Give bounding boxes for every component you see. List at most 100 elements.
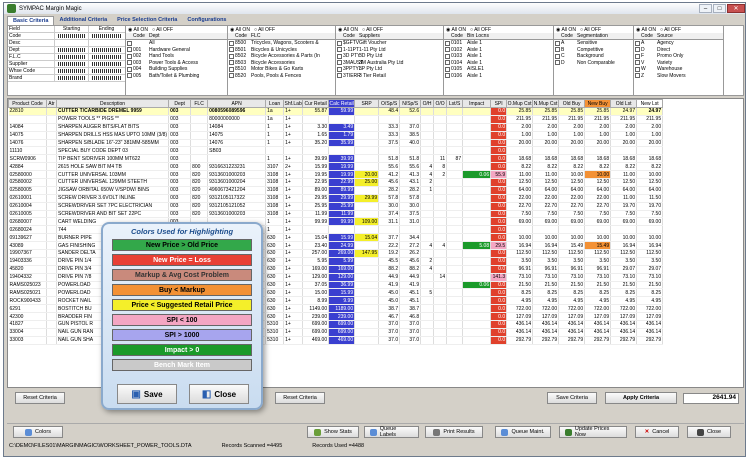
column-header[interactable]: Shf.Lab — [283, 99, 304, 108]
all-off-radio[interactable]: ○ All OFF — [152, 27, 173, 33]
all-on-radio[interactable]: ◉ All ON — [636, 27, 656, 33]
criteria-end-input[interactable] — [88, 54, 124, 60]
legend-color-swatch[interactable]: New Price > Old Price — [112, 239, 252, 251]
close-dialog-button[interactable]: ◧ Close — [189, 384, 249, 404]
table-row[interactable]: 11110 SPECIAL BUY CODE DEPT 03 003 SB03 0.0 — [8, 146, 664, 156]
item-checkbox[interactable] — [635, 66, 640, 72]
table-row[interactable]: 14076 SHARPEN S/BLADE 16"-23" 381MM-585MM… — [8, 139, 664, 148]
item-checkbox[interactable] — [635, 60, 640, 66]
criteria-start-input[interactable] — [54, 68, 88, 74]
item-checkbox[interactable] — [555, 53, 560, 59]
item-checkbox[interactable] — [337, 60, 342, 66]
item-checkbox[interactable] — [337, 47, 342, 53]
maximize-button[interactable]: □ — [713, 4, 726, 13]
reset-criteria-button-2[interactable]: Reset Criteria — [275, 392, 325, 404]
tab-basic-criteria[interactable]: Basic Criteria — [7, 16, 55, 25]
column-header[interactable]: APN — [207, 99, 267, 108]
legend-color-swatch[interactable]: Bench Mark Item — [112, 359, 252, 371]
column-header[interactable]: FLC — [190, 99, 209, 108]
table-row[interactable]: 02610004 SCREWDRIVER SET 7PC ELECTRICIAN 0… — [8, 202, 664, 211]
table-row[interactable]: 02580000 CUTTER UNIVERSAL 103MM 003 820 9313… — [8, 170, 664, 180]
item-checkbox[interactable] — [445, 60, 450, 66]
column-header[interactable]: N/Sp/S — [399, 99, 422, 108]
criteria-end-input[interactable] — [88, 61, 124, 67]
column-header[interactable]: O/O — [433, 99, 448, 108]
item-checkbox[interactable] — [635, 53, 640, 59]
item-checkbox[interactable] — [229, 53, 234, 59]
queue-maint-button[interactable]: Queue Maint. — [495, 426, 551, 438]
column-header[interactable]: New Buy — [584, 99, 612, 108]
criteria-end-input[interactable] — [88, 47, 124, 53]
column-header[interactable]: O/H — [420, 99, 435, 108]
table-row[interactable]: 02610005 SCREWDRIVER AND BIT SET 22PC 003 8… — [8, 210, 664, 219]
legend-color-swatch[interactable]: New Price = Loss — [112, 254, 252, 266]
item-checkbox[interactable] — [445, 66, 450, 72]
cancel-button[interactable]: ✕ Cancel — [635, 426, 679, 438]
table-row[interactable]: 02610001 SCREW DRIVER 3.6VOLT INLINE 003 82… — [8, 194, 664, 203]
criteria-end-input[interactable] — [88, 33, 124, 39]
table-row[interactable]: 14075 SHARPEN DRILLS HSS MAS UPTO 10MM (3… — [8, 131, 664, 140]
column-header[interactable]: Impact — [462, 99, 492, 108]
item-checkbox[interactable] — [127, 73, 132, 79]
panel-item[interactable]: D Non Comparable — [554, 60, 633, 67]
all-on-radio[interactable]: ◉ All ON — [128, 27, 148, 33]
minimize-button[interactable]: – — [699, 4, 712, 13]
all-off-radio[interactable]: ○ All OFF — [660, 27, 681, 33]
legend-color-swatch[interactable]: Impact > 0 — [112, 344, 252, 356]
panel-item[interactable]: 8520 Pools, Pools & Fences — [228, 73, 335, 80]
item-checkbox[interactable] — [635, 73, 640, 79]
table-row[interactable]: 02580002 CUTTER UNIVERSAL 129MM STEETH 003… — [8, 178, 664, 187]
legend-color-swatch[interactable]: Markup & Avg Cost Problem — [112, 269, 252, 281]
item-checkbox[interactable] — [127, 60, 132, 66]
criteria-start-input[interactable] — [54, 33, 88, 39]
item-checkbox[interactable] — [337, 53, 342, 59]
table-row[interactable]: POWER TOOLS ** PIGS ** 003 80000000000 1a 1+… — [8, 115, 664, 124]
panel-item[interactable]: Z Slow Movers — [634, 73, 723, 80]
all-off-radio[interactable]: ○ All OFF — [470, 27, 491, 33]
all-off-radio[interactable]: ○ All OFF — [254, 27, 275, 33]
column-header[interactable]: Dept — [168, 99, 192, 108]
tab-configurations[interactable]: Configurations — [182, 16, 231, 25]
legend-color-swatch[interactable]: Buy < Markup — [112, 284, 252, 296]
colors-button[interactable]: Colors — [13, 426, 63, 438]
item-checkbox[interactable] — [127, 40, 132, 46]
tab-additional-criteria[interactable]: Additional Criteria — [54, 16, 112, 25]
column-header[interactable]: Calc Retail — [328, 99, 356, 108]
item-checkbox[interactable] — [337, 40, 342, 46]
column-header[interactable]: N.Mup Cst — [532, 99, 560, 108]
column-header[interactable]: Cur Retail — [302, 99, 330, 108]
item-checkbox[interactable] — [445, 47, 450, 53]
item-checkbox[interactable] — [337, 66, 342, 72]
column-header[interactable]: O.Mup Cst — [506, 99, 534, 108]
all-off-radio[interactable]: ○ All OFF — [362, 27, 383, 33]
criteria-start-input[interactable] — [54, 75, 88, 81]
column-header[interactable]: SPI — [490, 99, 508, 108]
item-checkbox[interactable] — [229, 73, 234, 79]
all-off-radio[interactable]: ○ All OFF — [580, 27, 601, 33]
item-checkbox[interactable] — [127, 53, 132, 59]
item-checkbox[interactable] — [337, 73, 342, 79]
item-checkbox[interactable] — [229, 47, 234, 53]
all-on-radio[interactable]: ◉ All ON — [446, 27, 466, 33]
criteria-start-input[interactable] — [54, 40, 88, 46]
save-colors-button[interactable]: ▣ Save — [117, 384, 177, 404]
panel-item[interactable]: 3TIERR 3 Tier Retail — [336, 73, 443, 80]
criteria-start-input[interactable] — [54, 47, 88, 53]
item-checkbox[interactable] — [229, 66, 234, 72]
item-checkbox[interactable] — [635, 47, 640, 53]
update-prices-button[interactable]: Update Prices Now — [559, 426, 627, 438]
all-on-radio[interactable]: ◉ All ON — [556, 27, 576, 33]
legend-color-swatch[interactable]: SPI < 100 — [112, 314, 252, 326]
item-checkbox[interactable] — [229, 40, 234, 46]
item-checkbox[interactable] — [127, 66, 132, 72]
criteria-start-input[interactable] — [54, 54, 88, 60]
column-header[interactable]: Loan — [265, 99, 285, 108]
column-header[interactable]: Atr — [46, 99, 57, 108]
column-header[interactable]: Lst/S — [446, 99, 464, 108]
table-row[interactable]: SCRW0906 TIP BENT S/DRIVER 100MM MT622 003… — [8, 154, 664, 164]
panel-item[interactable]: 005 Bath/Toilet & Plumbing — [126, 73, 227, 80]
table-row[interactable]: 14084 SHARPEN AUGER BITS/FLAT BITS 003 1408… — [8, 123, 664, 132]
table-row[interactable]: 02580005 JIGSAW ORBITAL 650W V/SPDW/ BINS… — [8, 186, 664, 195]
close-window-button[interactable]: ✕ — [727, 4, 745, 13]
column-header[interactable]: New Lst — [636, 99, 664, 108]
